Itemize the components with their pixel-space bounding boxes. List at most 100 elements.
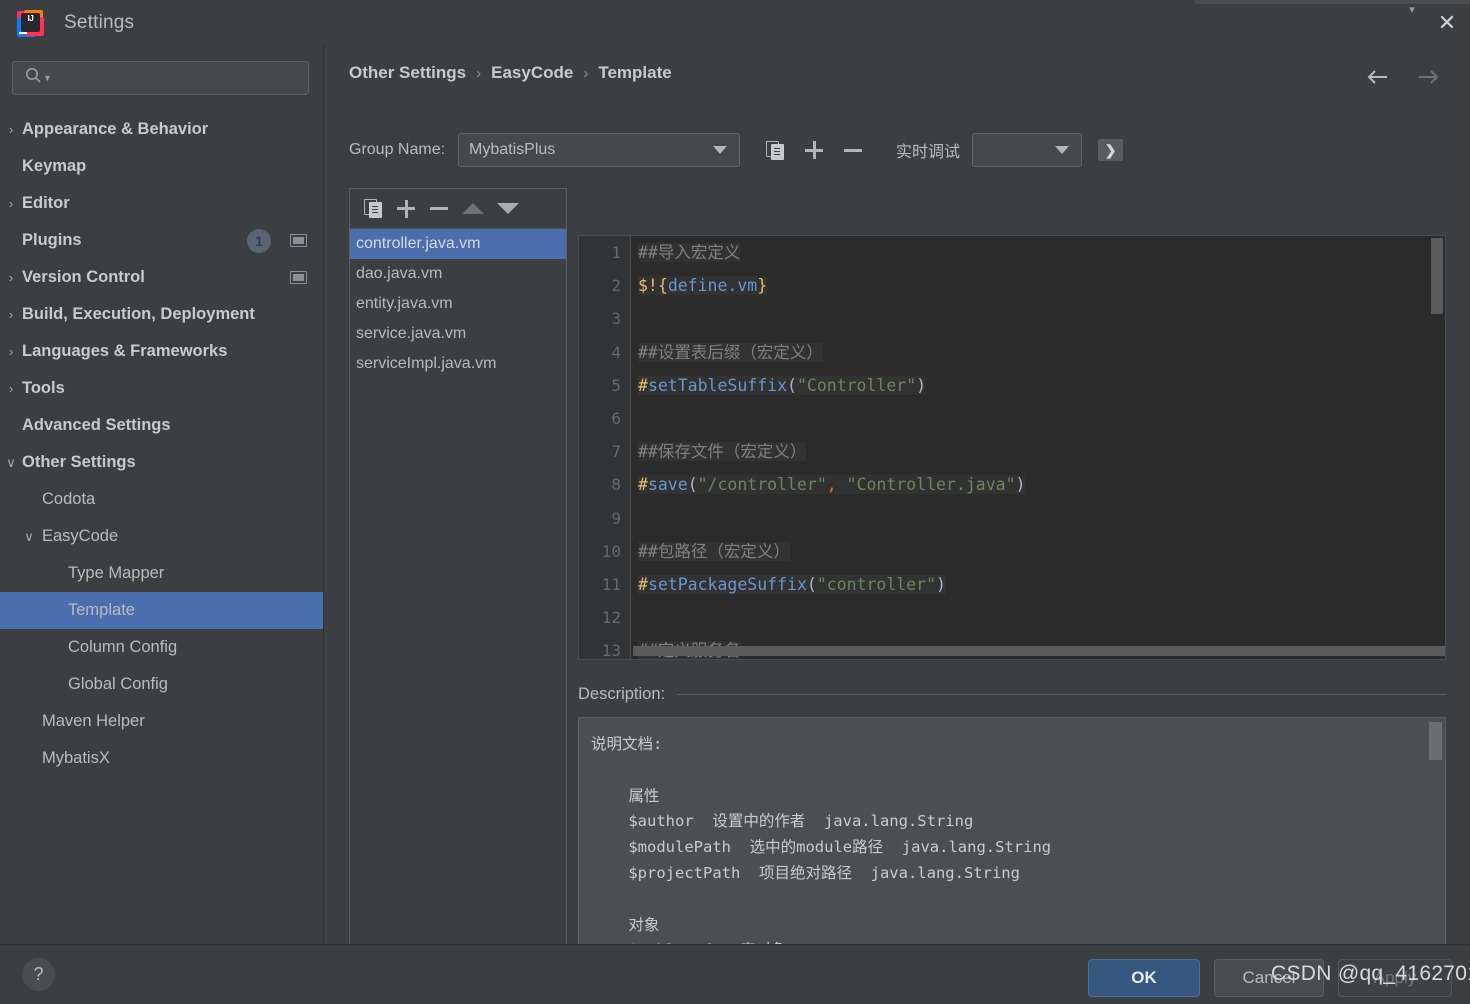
line-number: 2 — [579, 269, 630, 302]
sidebar-item-label: Appearance & Behavior — [22, 120, 208, 139]
sidebar-item-template[interactable]: Template — [0, 592, 323, 629]
chevron-right-icon[interactable]: › — [0, 196, 22, 211]
editor-horizontal-scrollbar[interactable] — [633, 646, 1446, 656]
search-area: ▼ — [0, 45, 323, 95]
sidebar-item-codota[interactable]: Codota — [0, 481, 323, 518]
file-list-toolbar — [350, 189, 566, 229]
template-file-item[interactable]: controller.java.vm — [350, 229, 566, 259]
open-in-window-icon[interactable] — [290, 234, 307, 247]
code-line — [638, 601, 1445, 634]
tree-indent-spacer — [42, 603, 68, 618]
sidebar-item-other-settings[interactable]: ∨Other Settings — [0, 444, 323, 481]
sidebar-item-maven-helper[interactable]: Maven Helper — [0, 703, 323, 740]
breadcrumb-item-template[interactable]: Template — [598, 63, 671, 83]
remove-template-button[interactable] — [428, 198, 450, 220]
sidebar-item-languages-frameworks[interactable]: ›Languages & Frameworks — [0, 333, 323, 370]
logo-text: IJ — [21, 13, 40, 32]
chevron-right-icon[interactable]: › — [0, 381, 22, 396]
arrow-right-icon[interactable] — [1414, 63, 1442, 91]
add-template-button[interactable] — [395, 198, 417, 220]
template-file-item[interactable]: dao.java.vm — [350, 259, 566, 289]
chevron-down-icon[interactable]: ∨ — [16, 529, 42, 545]
triangle-up-icon — [462, 203, 484, 214]
breadcrumb-separator-icon: › — [583, 65, 588, 82]
line-number: 11 — [579, 568, 630, 601]
add-group-button[interactable] — [797, 133, 831, 167]
chevron-down-icon[interactable]: ∨ — [0, 455, 22, 471]
sidebar-item-label: Column Config — [68, 638, 177, 657]
navigation-arrows — [1364, 63, 1442, 91]
tree-indent-spacer — [42, 566, 68, 581]
sidebar-item-label: Global Config — [68, 675, 168, 694]
sidebar-item-mybatisx[interactable]: MybatisX — [0, 740, 323, 777]
description-panel[interactable]: 说明文档: 属性 $author 设置中的作者 java.lang.String… — [578, 717, 1446, 959]
search-box[interactable]: ▼ — [12, 61, 309, 95]
sidebar-item-editor[interactable]: ›Editor — [0, 185, 323, 222]
live-debug-select[interactable] — [972, 133, 1082, 167]
code-line: ##保存文件（宏定义） — [638, 435, 1445, 468]
chevron-right-icon[interactable]: › — [0, 344, 22, 359]
open-in-window-icon[interactable] — [290, 271, 307, 284]
sidebar-item-version-control[interactable]: ›Version Control — [0, 259, 323, 296]
search-input[interactable] — [58, 70, 300, 86]
minus-icon — [430, 200, 448, 218]
settings-tree: ›Appearance & Behavior Keymap›Editor Plu… — [0, 111, 323, 777]
group-name-select[interactable]: MybatisPlus — [458, 133, 740, 167]
sidebar-item-label: EasyCode — [42, 527, 118, 546]
settings-sidebar: ▼ ›Appearance & Behavior Keymap›Editor P… — [0, 45, 324, 944]
code-line — [638, 402, 1445, 435]
copy-template-button[interactable] — [362, 198, 384, 220]
sidebar-item-appearance-behavior[interactable]: ›Appearance & Behavior — [0, 111, 323, 148]
sidebar-item-plugins[interactable]: Plugins1 — [0, 222, 323, 259]
triangle-down-icon — [497, 203, 519, 214]
description-vertical-scrollbar[interactable] — [1429, 722, 1442, 760]
sidebar-item-tools[interactable]: ›Tools — [0, 370, 323, 407]
line-number: 10 — [579, 535, 630, 568]
template-file-item[interactable]: service.java.vm — [350, 319, 566, 349]
sidebar-item-label: Keymap — [22, 157, 86, 176]
sidebar-item-build-execution-deployment[interactable]: ›Build, Execution, Deployment — [0, 296, 323, 333]
sidebar-item-label: Advanced Settings — [22, 416, 171, 435]
code-line: #setTableSuffix("Controller") — [638, 369, 1445, 402]
chevron-right-icon[interactable]: › — [0, 122, 22, 137]
sidebar-item-column-config[interactable]: Column Config — [0, 629, 323, 666]
chevron-right-icon[interactable]: › — [0, 270, 22, 285]
description-header: Description: — [578, 685, 1446, 704]
sidebar-item-label: Plugins — [22, 231, 82, 250]
help-button[interactable]: ? — [22, 958, 55, 991]
line-number: 5 — [579, 369, 630, 402]
chevron-right-icon[interactable]: › — [0, 307, 22, 322]
editor-vertical-scrollbar[interactable] — [1431, 238, 1443, 314]
title-bar: IJ Settings ▾ ✕ — [0, 0, 1470, 45]
settings-dialog: IJ Settings ▾ ✕ ▼ ›Appearance & Behavior… — [0, 0, 1470, 1004]
sidebar-item-global-config[interactable]: Global Config — [0, 666, 323, 703]
chevron-down-icon[interactable]: ▾ — [1402, 4, 1422, 16]
ok-button[interactable]: OK — [1088, 959, 1200, 997]
template-file-item[interactable]: serviceImpl.java.vm — [350, 349, 566, 379]
tree-indent-spacer — [0, 233, 22, 248]
breadcrumb-item-easycode[interactable]: EasyCode — [491, 63, 573, 83]
copy-group-button[interactable] — [758, 133, 792, 167]
template-code-editor[interactable]: 12345678910111213 ##导入宏定义$!{define.vm} #… — [578, 235, 1446, 660]
sidebar-item-easycode[interactable]: ∨EasyCode — [0, 518, 323, 555]
code-line: ##包路径（宏定义） — [638, 535, 1445, 568]
run-debug-button[interactable]: ❯ — [1098, 139, 1123, 161]
sidebar-item-type-mapper[interactable]: Type Mapper — [0, 555, 323, 592]
arrow-left-icon[interactable] — [1364, 63, 1392, 91]
remove-group-button[interactable] — [836, 133, 870, 167]
template-file-item[interactable]: entity.java.vm — [350, 289, 566, 319]
search-dropdown-caret-icon[interactable]: ▼ — [43, 73, 52, 83]
close-icon[interactable]: ✕ — [1424, 0, 1470, 45]
description-text: 说明文档: 属性 $author 设置中的作者 java.lang.String… — [579, 718, 1445, 959]
watermark-text: CSDN @qq_41627017 — [1271, 962, 1470, 986]
move-down-button[interactable] — [496, 198, 520, 220]
sidebar-item-advanced-settings[interactable]: Advanced Settings — [0, 407, 323, 444]
code-line: $!{define.vm} — [638, 269, 1445, 302]
breadcrumb-item-other-settings[interactable]: Other Settings — [349, 63, 466, 83]
sidebar-item-keymap[interactable]: Keymap — [0, 148, 323, 185]
window-title: Settings — [64, 12, 134, 34]
sidebar-item-label: Other Settings — [22, 453, 136, 472]
tree-indent-spacer — [0, 418, 22, 433]
move-up-button[interactable] — [461, 198, 485, 220]
editor-code-area[interactable]: ##导入宏定义$!{define.vm} ##设置表后缀（宏定义）#setTab… — [632, 236, 1445, 659]
